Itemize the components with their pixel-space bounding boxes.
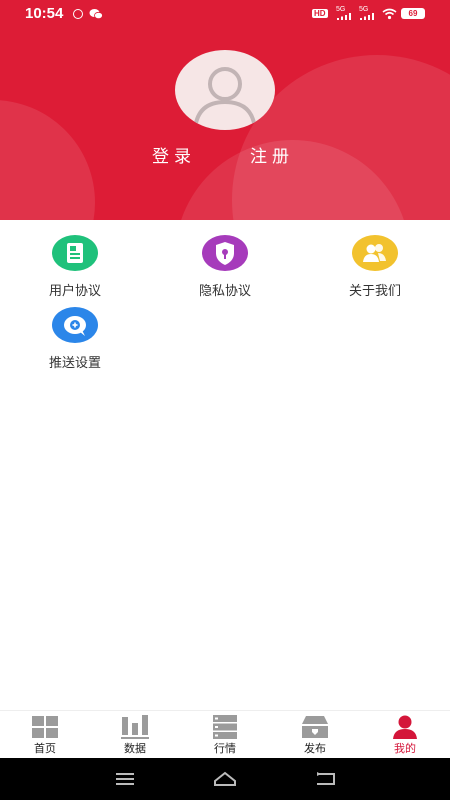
tab-publish[interactable]: 发布 <box>270 711 360 759</box>
system-nav-bar <box>0 758 450 800</box>
avatar[interactable] <box>175 50 275 130</box>
hd-indicator: HD <box>312 9 328 18</box>
menu-label: 用户协议 <box>48 283 101 298</box>
market-list-icon <box>213 715 237 739</box>
wechat-icon <box>89 9 103 20</box>
bottom-tab-bar: 首页 数据 行情 发布 我的 <box>0 710 450 758</box>
status-time: 10:54 <box>25 5 64 22</box>
push-settings-icon <box>52 307 98 343</box>
network-label-2: 5G <box>359 6 369 13</box>
login-button[interactable]: 登录 <box>152 142 196 167</box>
tab-market[interactable]: 行情 <box>180 711 270 759</box>
menu-icon[interactable] <box>113 769 137 789</box>
data-bars-icon <box>121 715 149 739</box>
signal-icon <box>360 13 374 20</box>
home-icon[interactable] <box>213 769 237 789</box>
status-bar: 10:54 HD 5G 5G 69 <box>0 0 450 28</box>
tab-label: 发布 <box>304 743 326 755</box>
publish-tray-icon <box>302 716 328 738</box>
wifi-icon <box>382 8 397 20</box>
profile-person-icon <box>393 715 417 739</box>
home-grid-icon <box>32 716 58 738</box>
decor-circle <box>0 100 95 220</box>
signal-icon <box>337 13 351 20</box>
profile-header: 10:54 HD 5G 5G 69 登录 注册 <box>0 0 450 220</box>
back-icon[interactable] <box>313 769 337 789</box>
menu-item-about-us[interactable]: 关于我们 <box>320 235 430 299</box>
tab-label: 首页 <box>34 743 56 755</box>
tab-label: 数据 <box>124 743 146 755</box>
menu-label: 推送设置 <box>48 355 101 370</box>
tab-data[interactable]: 数据 <box>90 711 180 759</box>
menu-item-push-settings[interactable]: 推送设置 <box>20 307 130 371</box>
tab-profile[interactable]: 我的 <box>360 711 450 759</box>
register-button[interactable]: 注册 <box>250 142 294 167</box>
tab-label: 我的 <box>394 743 416 755</box>
menu-item-privacy-agreement[interactable]: 隐私协议 <box>170 235 280 299</box>
app-screen: 10:54 HD 5G 5G 69 登录 注册 用户协议 隐私协议 关于我们 推… <box>0 0 450 800</box>
default-avatar-icon <box>193 67 257 130</box>
menu-label: 隐私协议 <box>198 283 251 298</box>
about-us-icon <box>352 235 398 271</box>
battery-indicator: 69 <box>401 8 425 19</box>
user-agreement-icon <box>52 235 98 271</box>
privacy-shield-icon <box>202 235 248 271</box>
tab-home[interactable]: 首页 <box>0 711 90 759</box>
notification-icon <box>73 9 83 19</box>
menu-label: 关于我们 <box>348 283 401 298</box>
network-label-1: 5G <box>336 6 346 13</box>
menu-item-user-agreement[interactable]: 用户协议 <box>20 235 130 299</box>
tab-label: 行情 <box>214 743 236 755</box>
